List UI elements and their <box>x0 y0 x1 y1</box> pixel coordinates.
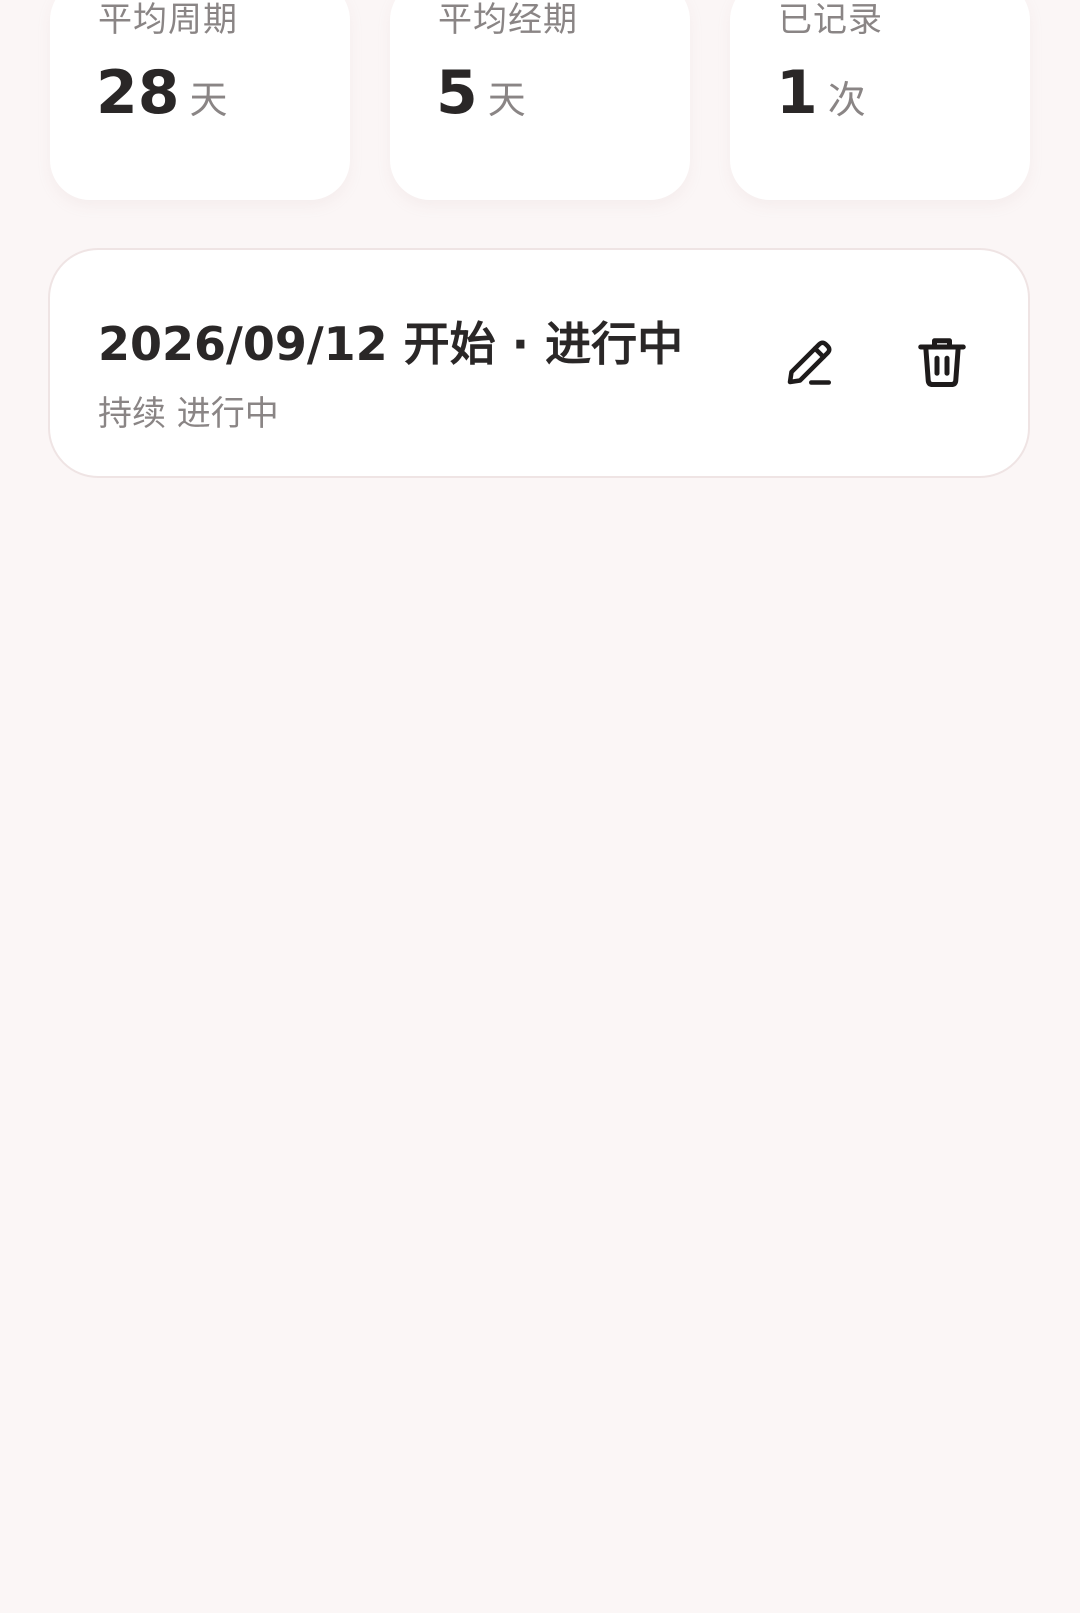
stat-value: 5 <box>436 58 478 128</box>
stat-label: 平均经期 <box>438 0 578 40</box>
stat-card-average-period: 平均经期 5天 <box>390 0 690 200</box>
stats-row: 平均周期 28 天 平均经期 5天 已记录 1次 <box>0 0 1080 200</box>
stat-value-group: 5天 <box>436 58 526 128</box>
stat-label: 平均周期 <box>98 0 238 40</box>
period-record-card[interactable]: 2026/09/12 开始 · 进行中 持续 进行中 <box>48 248 1030 478</box>
stat-label: 已记录 <box>778 0 883 40</box>
stat-unit: 天 <box>487 78 526 122</box>
record-duration: 持续 进行中 <box>98 394 279 434</box>
record-title: 2026/09/12 开始 · 进行中 <box>98 317 684 371</box>
stat-unit: 次 <box>827 78 866 122</box>
trash-icon <box>912 332 972 392</box>
stat-unit: 天 <box>189 78 228 122</box>
delete-record-button[interactable] <box>900 320 984 404</box>
stat-card-recorded-count: 已记录 1次 <box>730 0 1030 200</box>
pencil-icon <box>780 332 840 392</box>
stat-card-average-cycle: 平均周期 28 天 <box>50 0 350 200</box>
stat-value-group: 1次 <box>776 58 866 128</box>
stat-value: 1 <box>776 58 818 128</box>
edit-record-button[interactable] <box>768 320 852 404</box>
stat-value-group: 28 天 <box>96 58 228 128</box>
stat-value: 28 <box>96 58 180 128</box>
